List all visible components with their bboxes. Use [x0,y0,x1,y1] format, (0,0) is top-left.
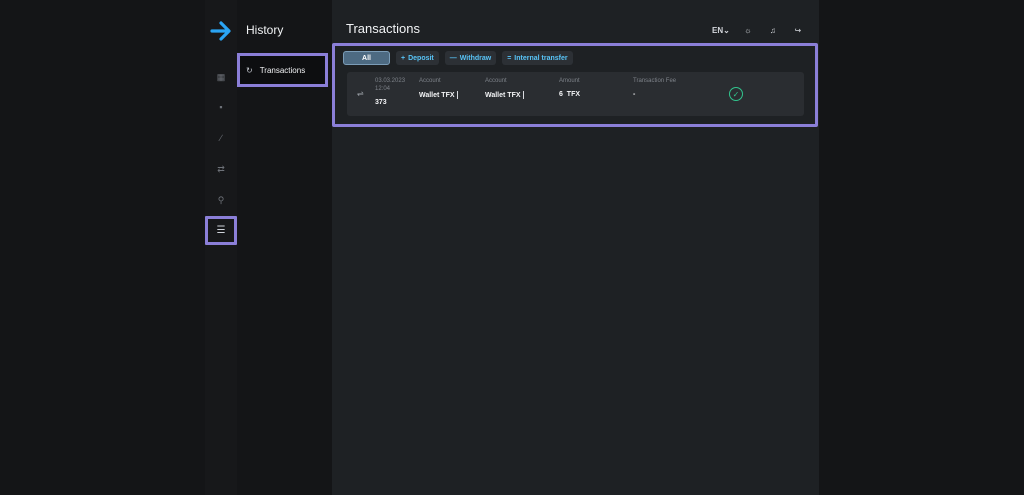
wallet-icon[interactable]: ▪ [213,99,229,115]
filter-withdraw[interactable]: — Withdraw [444,51,497,65]
chart-icon[interactable]: ∕ [213,130,229,146]
table-row[interactable]: ⇌ 03.03.2023 12:04 373 Account Wallet TF… [347,72,804,116]
transaction-date: 03.03.2023 [375,78,406,84]
dashboard-icon[interactable]: ▦ [213,69,229,85]
check-circle-icon: ✓ [729,87,743,101]
history-icon[interactable]: ☰ [205,216,237,245]
from-account-value: Wallet TFX [419,91,458,99]
plus-icon: + [401,54,406,62]
drag-icon[interactable]: ⇌ [357,89,364,98]
arrow-right-icon[interactable] [209,19,233,43]
amount-label: Amount [559,78,580,84]
filter-all[interactable]: All [343,51,390,65]
to-account-value: Wallet TFX [485,91,524,99]
fee-value: - [633,91,636,98]
from-account-label: Account [419,78,441,84]
bell-icon[interactable]: ♫ [766,23,780,37]
filter-label: Internal transfer [514,54,568,62]
panel-title: History [246,23,284,37]
amount-value: 6 TFX [559,91,580,98]
filter-bar: All + Deposit — Withdraw = Internal transfe… [343,51,573,65]
to-account-text: Wallet TFX [485,91,521,99]
nav-item-transactions[interactable]: ↻ Transactions [237,53,328,87]
minus-icon: — [449,54,457,62]
to-account-label: Account [485,78,507,84]
sun-icon[interactable]: ☼ [741,23,755,37]
nav-item-label: Transactions [259,65,306,75]
from-account-text: Wallet TFX [419,91,455,99]
filter-internal-transfer[interactable]: = Internal transfer [502,51,573,65]
language-selector[interactable]: EN⌄ [712,26,730,35]
user-icon[interactable]: ⚲ [213,192,229,208]
transaction-id: 373 [375,99,387,106]
filter-deposit[interactable]: + Deposit [396,51,439,65]
language-label: EN [712,25,724,35]
transfer-icon: = [507,54,512,62]
amount-number: 6 [559,91,563,98]
filter-label: All [362,54,371,62]
page-title: Transactions [346,21,420,36]
refresh-icon: ↻ [246,65,253,75]
filter-label: Withdraw [459,54,492,62]
transfer-icon[interactable]: ⇄ [213,161,229,177]
logout-icon[interactable]: ↪ [791,23,805,37]
fee-label: Transaction Fee [633,78,677,84]
filter-label: Deposit [408,54,434,62]
amount-currency: TFX [566,91,581,98]
transaction-time: 12:04 [375,86,391,92]
